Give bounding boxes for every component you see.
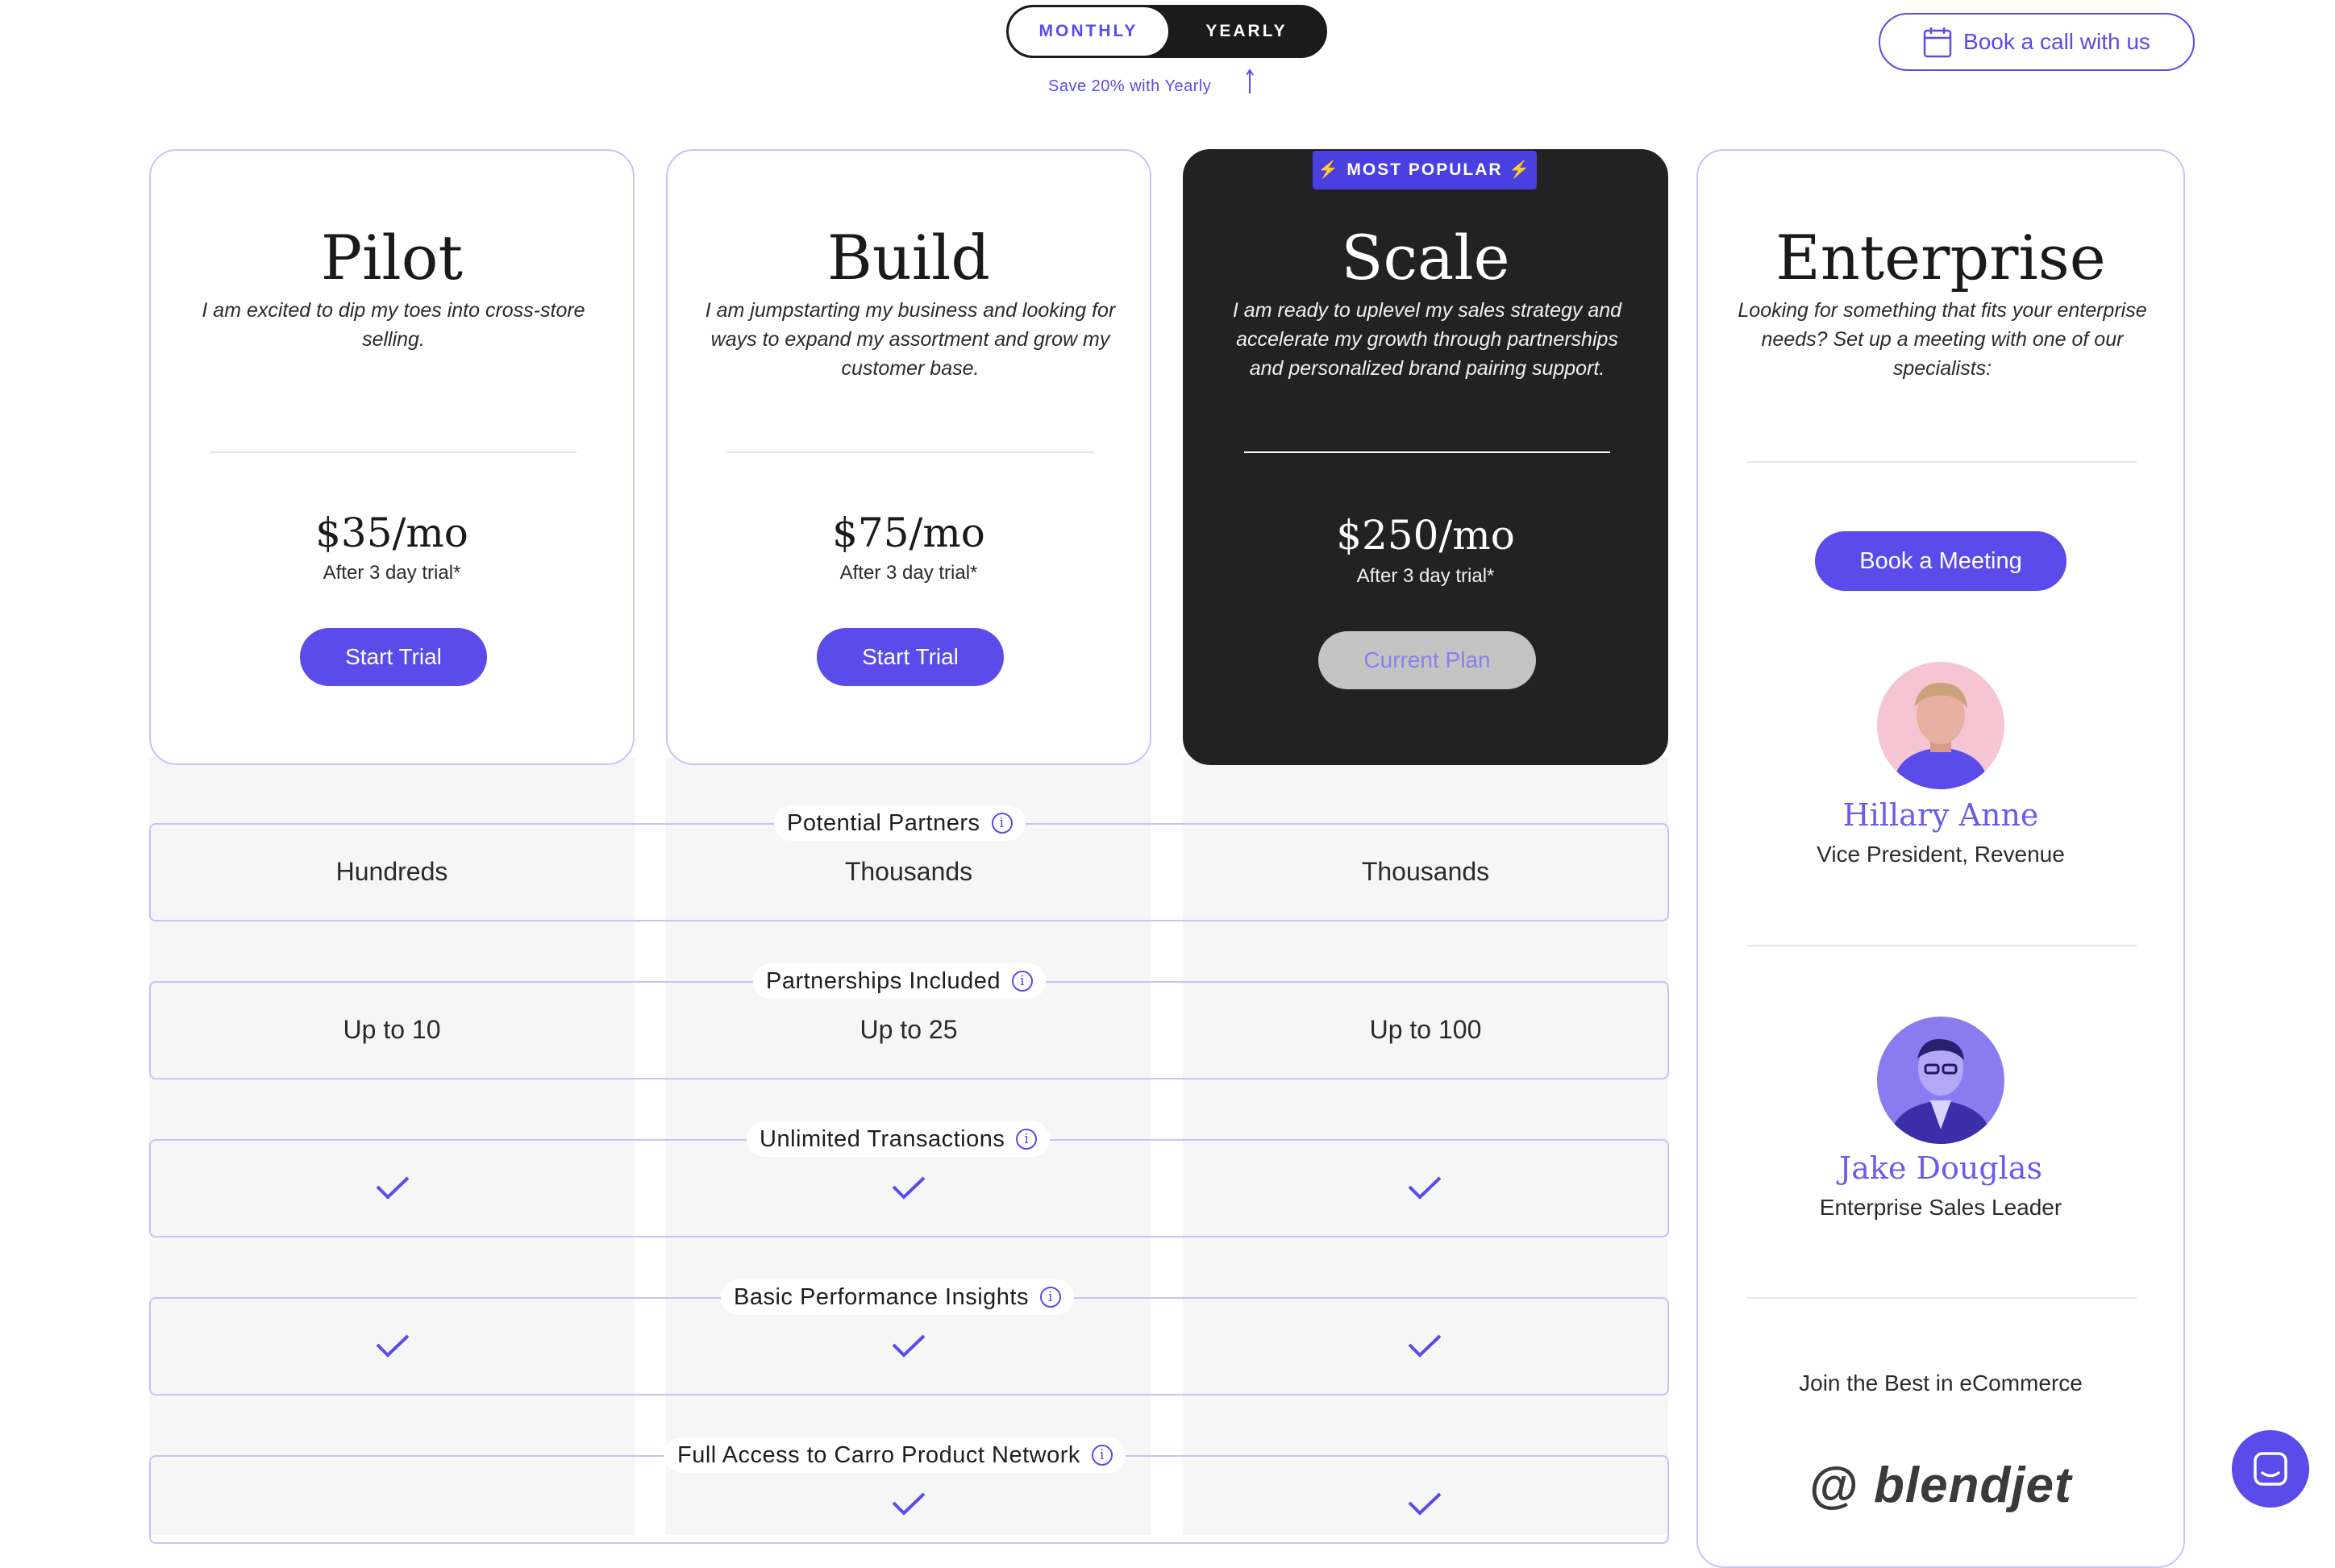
trial-note: After 3 day trial* [323, 562, 461, 584]
divider [1746, 1297, 2137, 1299]
plan-name: Scale [1341, 222, 1510, 293]
book-call-button[interactable]: Book a call with us [1879, 13, 2195, 71]
feature-label: Unlimited Transactions i [747, 1121, 1051, 1157]
current-plan-button[interactable]: Current Plan [1318, 631, 1536, 689]
feature-label: Basic Performance Insights i [721, 1279, 1074, 1315]
start-trial-button[interactable]: Start Trial [300, 628, 487, 686]
check-icon [892, 1176, 926, 1200]
logo-text: blendjet [1874, 1458, 2072, 1513]
plan-card-enterprise: Enterprise Looking for something that fi… [1696, 149, 2185, 1568]
divider [727, 451, 1093, 453]
book-call-label: Book a call with us [1963, 29, 2150, 54]
avatar [1877, 1017, 2004, 1144]
divider [1746, 461, 2137, 463]
info-icon[interactable]: i [1039, 1287, 1061, 1308]
divider [1746, 945, 2137, 946]
plan-card-scale: Scale I am ready to uplevel my sales str… [1183, 149, 1668, 765]
check-icon [1408, 1334, 1442, 1358]
billing-toggle[interactable]: MONTHLY YEARLY [1006, 5, 1327, 58]
join-text: Join the Best in eCommerce [1799, 1370, 2083, 1395]
check-icon [1408, 1492, 1442, 1516]
start-trial-button[interactable]: Start Trial [817, 628, 1004, 686]
person-name: Hillary Anne [1842, 797, 2039, 833]
divider [1244, 451, 1610, 453]
info-icon[interactable]: i [1012, 971, 1033, 992]
feature-label: Full Access to Carro Product Network i [664, 1437, 1126, 1473]
feature-value: Up to 25 [859, 1015, 958, 1044]
avatar [1877, 662, 2004, 789]
arrow-up-icon [1247, 69, 1254, 94]
person-role: Enterprise Sales Leader [1819, 1195, 2062, 1220]
check-icon [376, 1176, 410, 1200]
plan-price: $75/mo [832, 509, 985, 556]
chat-icon [2254, 1452, 2287, 1486]
person-role: Vice President, Revenue [1817, 842, 2065, 867]
plan-description: I am jumpstarting my business and lookin… [705, 299, 1116, 380]
feature-name: Unlimited Transactions [760, 1125, 1005, 1152]
feature-name: Potential Partners [787, 809, 980, 836]
feature-value: Up to 10 [343, 1015, 441, 1044]
check-icon [892, 1492, 926, 1516]
plan-name: Enterprise [1775, 222, 2106, 293]
feature-name: Full Access to Carro Product Network [677, 1441, 1080, 1468]
calendar-icon [1923, 27, 1952, 58]
plan-name: Pilot [320, 222, 464, 293]
plan-price: $35/mo [315, 509, 468, 556]
plan-name: Build [826, 222, 991, 293]
info-icon[interactable]: i [1016, 1129, 1038, 1150]
feature-value: Thousands [844, 857, 973, 886]
plan-description: I am excited to dip my toes into cross-s… [202, 299, 585, 351]
feature-label: Potential Partners i [774, 805, 1026, 841]
plan-card-build: Build I am jumpstarting my business and … [666, 149, 1151, 765]
feature-value: Up to 100 [1369, 1015, 1482, 1044]
plan-card-pilot: Pilot I am excited to dip my toes into c… [149, 149, 635, 765]
most-popular-badge: ⚡ MOST POPULAR ⚡ [1313, 151, 1537, 189]
feature-label: Partnerships Included i [753, 963, 1046, 999]
check-icon [1408, 1176, 1442, 1200]
chat-launcher-button[interactable] [2232, 1430, 2309, 1508]
plan-price: $250/mo [1336, 512, 1515, 559]
plan-description: I am ready to uplevel my sales strategy … [1232, 299, 1622, 380]
check-icon [892, 1334, 926, 1358]
trial-note: After 3 day trial* [839, 562, 978, 584]
feature-value: Hundreds [335, 857, 448, 886]
book-meeting-button[interactable]: Book a Meeting [1815, 531, 2067, 591]
yearly-option[interactable]: YEARLY [1168, 7, 1325, 56]
feature-name: Partnerships Included [766, 967, 1001, 994]
feature-value: Thousands [1361, 857, 1490, 886]
feature-name: Basic Performance Insights [734, 1283, 1029, 1310]
trial-note: After 3 day trial* [1356, 565, 1495, 587]
info-icon[interactable]: i [991, 813, 1013, 834]
plan-description: Looking for something that fits your ent… [1738, 299, 2147, 380]
blendjet-logo: @ blendjet [1809, 1458, 2072, 1513]
check-icon [376, 1334, 410, 1358]
monthly-option[interactable]: MONTHLY [1009, 7, 1168, 56]
person-name: Jake Douglas [1839, 1150, 2042, 1186]
divider [210, 451, 576, 453]
info-icon[interactable]: i [1091, 1445, 1113, 1466]
